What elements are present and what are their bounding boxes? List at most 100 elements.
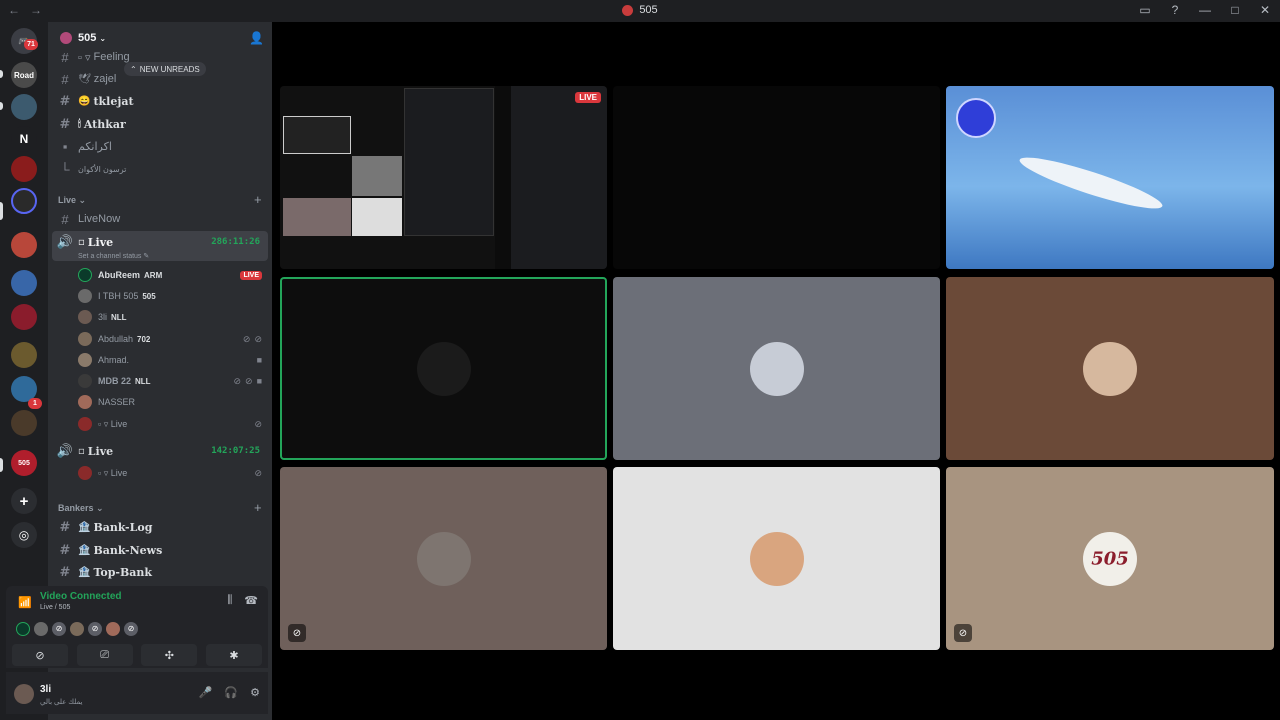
screen-share-tile[interactable]: LIVE bbox=[280, 86, 607, 269]
server-folder-1[interactable] bbox=[11, 188, 37, 214]
avatar[interactable] bbox=[34, 622, 48, 636]
activities-button[interactable]: ✣ bbox=[141, 644, 198, 666]
screen-share-button[interactable]: ⎚ bbox=[76, 644, 133, 666]
channel-athkar[interactable]: # 🕯 Athkar bbox=[56, 114, 266, 134]
video-tile[interactable]: 505 ⊘ bbox=[946, 467, 1274, 650]
voice-user[interactable]: ▫ ▿ Live ⊘ bbox=[78, 415, 268, 433]
voice-timer: 142:07:25 bbox=[211, 446, 260, 456]
avatar[interactable] bbox=[70, 622, 84, 636]
category-live[interactable]: Live ⌄ + bbox=[58, 192, 262, 207]
voice-channel-live-2[interactable]: 🔊 ▫ Live 142:07:25 bbox=[56, 441, 266, 461]
maximize-icon[interactable]: □ bbox=[1228, 3, 1242, 17]
hash-icon: # bbox=[59, 93, 71, 109]
server-folder-3[interactable] bbox=[11, 270, 37, 296]
server-icon-n[interactable]: N bbox=[11, 126, 37, 152]
create-channel-icon[interactable]: + bbox=[254, 500, 262, 515]
category-bankers[interactable]: Bankers ⌄ + bbox=[58, 500, 262, 515]
signal-icon[interactable]: 📶 bbox=[18, 596, 32, 609]
voice-user[interactable]: I TBH 505 505 bbox=[78, 287, 268, 305]
camera-off-button[interactable]: ⊘ bbox=[12, 644, 68, 666]
add-server-icon[interactable]: + bbox=[11, 488, 37, 514]
headphones-icon[interactable]: 🎧 bbox=[224, 686, 238, 699]
avatar[interactable] bbox=[106, 622, 120, 636]
hash-icon: # bbox=[59, 116, 71, 132]
server-icon-505[interactable]: 505 bbox=[11, 450, 37, 476]
connected-channel[interactable]: Live / 505 bbox=[40, 604, 70, 611]
channel-name: Bank-Log bbox=[93, 520, 153, 534]
create-channel-icon[interactable]: + bbox=[254, 192, 262, 207]
voice-live-icon: 🔊 bbox=[56, 234, 74, 250]
camera-off-icon: ⊘ bbox=[35, 649, 45, 662]
soundboard-button[interactable]: ✱ bbox=[205, 644, 262, 666]
channel-top-bank[interactable]: # 🏦 Top-Bank bbox=[56, 562, 266, 582]
video-tile[interactable] bbox=[613, 467, 940, 650]
server-icon-2[interactable] bbox=[11, 94, 37, 120]
avatar bbox=[416, 531, 471, 586]
deafened-icon: ⊘ bbox=[288, 624, 306, 642]
connection-status[interactable]: Video Connected bbox=[40, 591, 122, 602]
voice-user[interactable]: MDB 22 NLL ⊘ ⊘ ■ bbox=[78, 372, 268, 390]
deafened-icon: ⊘ bbox=[254, 467, 262, 478]
voice-user[interactable]: Ahmad. ■ bbox=[78, 351, 268, 369]
server-icon-11[interactable] bbox=[11, 410, 37, 436]
thread-item[interactable]: └ ترسون الأكوان bbox=[56, 159, 266, 179]
video-tile[interactable] bbox=[613, 277, 940, 460]
video-tile[interactable]: ⊘ bbox=[280, 467, 607, 650]
disconnect-icon[interactable]: ☎ bbox=[244, 594, 258, 607]
invite-people-icon[interactable]: 👤 bbox=[249, 31, 264, 45]
activities-icon: ✣ bbox=[164, 649, 174, 662]
server-folder-4[interactable] bbox=[11, 342, 37, 368]
user-name[interactable]: 3li bbox=[40, 684, 51, 695]
server-icon-4[interactable] bbox=[11, 156, 37, 182]
history-nav: ← → bbox=[8, 3, 42, 17]
voice-user[interactable]: Abdullah 702 ⊘ ⊘ bbox=[78, 330, 268, 348]
channel-bank-log[interactable]: # 🏦 Bank-Log bbox=[56, 517, 266, 537]
channel-zajel[interactable]: # 🕊 zajel bbox=[56, 69, 266, 89]
gear-icon[interactable]: ⚙ bbox=[250, 686, 260, 699]
channel-name: Top-Bank bbox=[93, 565, 153, 579]
channel-name: Live bbox=[87, 444, 114, 458]
avatar[interactable] bbox=[16, 622, 30, 636]
back-arrow-icon[interactable]: ← bbox=[8, 3, 20, 17]
voice-user[interactable]: AbuReem ARM LIVE bbox=[78, 266, 268, 284]
channel-livenow[interactable]: # LiveNow bbox=[56, 209, 266, 229]
voice-user[interactable]: NASSER bbox=[78, 393, 268, 411]
noise-suppression-icon[interactable]: ⫼ bbox=[227, 594, 232, 607]
mic-icon[interactable]: 🎤 bbox=[199, 686, 213, 699]
server-icon-8[interactable] bbox=[11, 304, 37, 330]
close-icon[interactable]: ✕ bbox=[1258, 3, 1272, 17]
user-tag: NLL bbox=[135, 376, 151, 386]
inbox-icon[interactable]: ▭ bbox=[1138, 3, 1152, 17]
video-tile-speaking[interactable] bbox=[280, 277, 607, 460]
avatar bbox=[78, 374, 92, 388]
voice-channel-live-1[interactable]: 🔊 ▫ Live 286:11:26 bbox=[56, 232, 266, 252]
channel-tklejat[interactable]: # 😄 tklejat bbox=[56, 91, 266, 111]
unread-pill bbox=[0, 102, 3, 110]
server-icon-road[interactable]: Road bbox=[11, 62, 37, 88]
channel-emoji-icon: ▫ bbox=[78, 236, 85, 248]
channel-forum[interactable]: ▪ اكرانكم bbox=[56, 136, 266, 156]
unread-pill bbox=[0, 70, 3, 78]
channel-feeling[interactable]: # ▫ ▿ Feeling bbox=[56, 47, 266, 67]
avatar[interactable]: ⊘ bbox=[124, 622, 138, 636]
soundboard-icon: ✱ bbox=[229, 649, 239, 662]
channel-bank-news[interactable]: # 🏦 Bank-News bbox=[56, 540, 266, 560]
video-tile[interactable] bbox=[946, 277, 1274, 460]
voice-user[interactable]: 3li NLL bbox=[78, 308, 268, 326]
video-tile-dark[interactable] bbox=[613, 86, 940, 269]
help-icon[interactable]: ? bbox=[1168, 3, 1182, 17]
forward-arrow-icon[interactable]: → bbox=[30, 3, 42, 17]
minimize-icon[interactable]: — bbox=[1198, 3, 1212, 17]
discover-icon[interactable]: ◎ bbox=[11, 522, 37, 548]
channel-name: tklejat bbox=[93, 94, 134, 108]
voice-user[interactable]: ▫ ▿ Live ⊘ bbox=[78, 464, 268, 482]
channel-name: ▫ ▿ bbox=[78, 51, 94, 64]
avatar[interactable]: ⊘ bbox=[88, 622, 102, 636]
stream-tile-flight[interactable] bbox=[946, 86, 1274, 269]
avatar[interactable] bbox=[14, 684, 34, 704]
avatar[interactable]: ⊘ bbox=[52, 622, 66, 636]
server-folder-2[interactable] bbox=[11, 232, 37, 258]
user-name: AbuReem bbox=[98, 270, 141, 280]
channel-status[interactable]: Set a channel status ✎ bbox=[78, 252, 149, 260]
avatar bbox=[1083, 341, 1137, 396]
